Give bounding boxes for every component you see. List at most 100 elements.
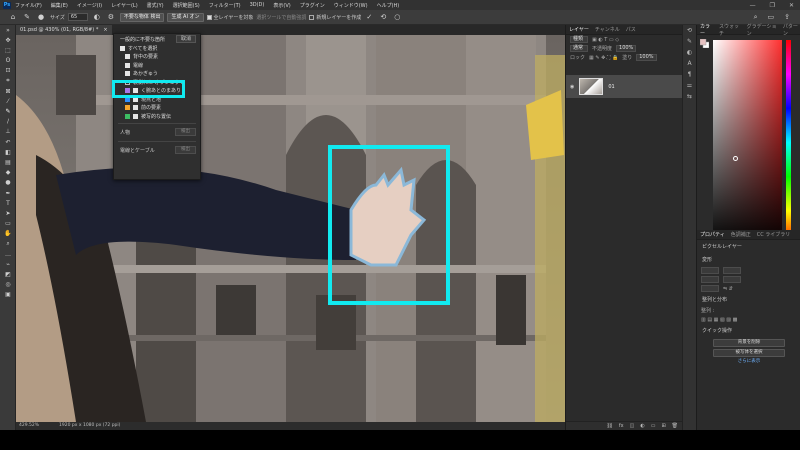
more-tools-icon[interactable]: … (0, 249, 16, 259)
item-checkbox[interactable] (133, 105, 138, 111)
menu-select[interactable]: 選択範囲(S) (173, 2, 200, 9)
align-title[interactable]: 整列と分布 (697, 293, 800, 306)
height-field[interactable] (723, 267, 741, 274)
maximize-icon[interactable]: ❐ (770, 2, 775, 9)
eraser-tool-icon[interactable]: ◧ (0, 147, 16, 157)
history-brush-tool-icon[interactable]: ↶ (0, 137, 16, 147)
hue-slider[interactable] (786, 40, 791, 245)
cancel-circle-icon[interactable]: ○ (392, 13, 402, 22)
width-field[interactable] (701, 267, 719, 274)
canvas[interactable] (16, 35, 565, 422)
color-picker-handle[interactable] (733, 156, 738, 161)
blend-mode-select[interactable]: 通常 (570, 45, 588, 52)
opacity-field[interactable]: 100% (616, 45, 637, 52)
menu-image[interactable]: イメージ(I) (77, 2, 102, 9)
item-checkbox[interactable] (133, 113, 138, 119)
color-field[interactable] (713, 40, 782, 245)
select-all-checkbox[interactable] (120, 45, 125, 51)
layer-kind-filter[interactable]: 種類 (570, 36, 588, 43)
document-tab[interactable]: 01.psd @ 430% (01, RGB/8#) * × (16, 25, 112, 35)
y-field[interactable] (723, 276, 741, 283)
apply-icon[interactable]: ✓ (364, 13, 374, 22)
frame-tool-icon[interactable]: ⊠ (0, 86, 16, 96)
workspace-icon[interactable]: ▭ (768, 13, 775, 22)
close-icon[interactable]: ✕ (789, 2, 794, 9)
layer-row[interactable]: ◉ 01 (566, 75, 683, 98)
path-select-tool-icon[interactable]: ➤ (0, 208, 16, 218)
search-icon[interactable]: ⌕ (754, 13, 758, 22)
blur-tool-icon[interactable]: ◆ (0, 168, 16, 178)
pen-tool-icon[interactable]: ✒ (0, 188, 16, 198)
tab-gradients[interactable]: グラデーション (747, 23, 777, 37)
tab-adjustments[interactable]: 色調補正 (731, 231, 751, 238)
size-field[interactable]: 65 (67, 13, 88, 21)
menu-plugins[interactable]: プラグイン (300, 2, 325, 9)
detect-wire-button[interactable]: 検出 (175, 146, 196, 154)
crop-tool-icon[interactable]: ⌗ (0, 76, 16, 86)
menu-filter[interactable]: フィルター(T) (209, 2, 241, 9)
adjustment-layer-icon[interactable]: ◐ (640, 423, 644, 429)
menu-3d[interactable]: 3D(D) (250, 2, 265, 8)
brush-tool-icon[interactable]: ∕ (0, 117, 16, 127)
item-checkbox[interactable] (125, 71, 130, 77)
stamp-tool-icon[interactable]: ⊥ (0, 127, 16, 137)
quick-actions-title[interactable]: クイック操作 (697, 324, 800, 337)
tab-cc-libraries[interactable]: CC ライブラリ (757, 231, 791, 238)
close-tab-icon[interactable]: × (103, 25, 107, 35)
angle-field[interactable] (701, 285, 719, 292)
sample-all-checkbox[interactable] (206, 14, 212, 20)
home-icon[interactable]: ⌂ (8, 13, 18, 22)
trash-icon[interactable]: 🗑 (672, 423, 678, 429)
align-icons[interactable]: ▥ ▤ ▦ ▧ ▨ ▩ (697, 315, 800, 324)
lasso-tool-icon[interactable]: ʘ (0, 56, 16, 66)
group-icon[interactable]: ▭ (651, 423, 656, 429)
item-checkbox[interactable] (125, 62, 130, 68)
marquee-tool-icon[interactable]: ⬚ (0, 45, 16, 55)
link-layers-icon[interactable]: ⛓ (607, 423, 613, 429)
move-tool-icon[interactable]: ✥ (0, 35, 16, 45)
hand-tool-icon[interactable]: ✋ (0, 229, 16, 239)
character-icon[interactable]: A (683, 58, 696, 69)
lock-icons[interactable]: ▦ ✎ ✥ ⛶ 🔒 (589, 55, 618, 61)
gear-icon[interactable]: ⚙ (106, 13, 116, 22)
menu-window[interactable]: ウィンドウ(W) (334, 2, 368, 9)
generative-ai-button[interactable]: 生成 AI オン (167, 12, 204, 22)
menu-view[interactable]: 表示(V) (273, 2, 290, 9)
menu-type[interactable]: 書式(Y) (147, 2, 164, 9)
tab-channels[interactable]: チャンネル (595, 26, 620, 33)
brush-settings-icon[interactable]: ✎ (683, 36, 696, 47)
popup-item[interactable]: あかぎゅう (114, 70, 200, 79)
popup-item[interactable]: 背中の要素 (114, 53, 200, 62)
screen-mode-icon[interactable]: ▣ (0, 290, 16, 300)
brush-preset-icon[interactable]: ● (36, 13, 46, 22)
flip-icons[interactable]: ⇋ ⇵ (723, 286, 733, 292)
layer-name[interactable]: 01 (608, 84, 614, 90)
remove-tool-icon[interactable]: ✎ (22, 13, 32, 22)
quick-mask-icon[interactable]: ◎ (0, 280, 16, 290)
dodge-tool-icon[interactable]: ● (0, 178, 16, 188)
fill-field[interactable]: 100% (636, 54, 657, 61)
tab-color[interactable]: カラー (700, 23, 713, 37)
undo-icon[interactable]: ⟲ (378, 13, 388, 22)
minimize-icon[interactable]: — (750, 2, 756, 9)
show-more-link[interactable]: さらに表示 (713, 359, 785, 367)
gradient-tool-icon[interactable]: ▤ (0, 157, 16, 167)
popup-colored-item[interactable]: 前の要素 (114, 104, 200, 113)
menu-help[interactable]: ヘルプ(H) (377, 2, 400, 9)
brush-angle-icon[interactable]: ◐ (92, 13, 102, 22)
menu-file[interactable]: ファイル(F) (15, 2, 42, 9)
tab-paths[interactable]: パス (626, 26, 636, 33)
select-all-item[interactable]: すべてを選択 (114, 44, 200, 53)
tab-swatches[interactable]: スウォッチ (719, 23, 741, 37)
paragraph-icon[interactable]: ¶ (683, 69, 696, 80)
new-layer-icon[interactable]: ⊞ (661, 423, 665, 429)
share-icon[interactable]: ⇪ (784, 13, 790, 22)
x-field[interactable] (701, 276, 719, 283)
select-subject-button[interactable]: 被写体を選択 (713, 349, 785, 357)
popup-colored-item[interactable]: 被写的な置伝 (114, 112, 200, 121)
popup-item[interactable]: 電線 (114, 61, 200, 70)
visibility-eye-icon[interactable]: ◉ (570, 84, 574, 90)
add-mask-icon[interactable]: ◫ (630, 423, 635, 429)
detect-person-button[interactable]: 検出 (175, 128, 196, 136)
shape-tool-icon[interactable]: ▭ (0, 219, 16, 229)
